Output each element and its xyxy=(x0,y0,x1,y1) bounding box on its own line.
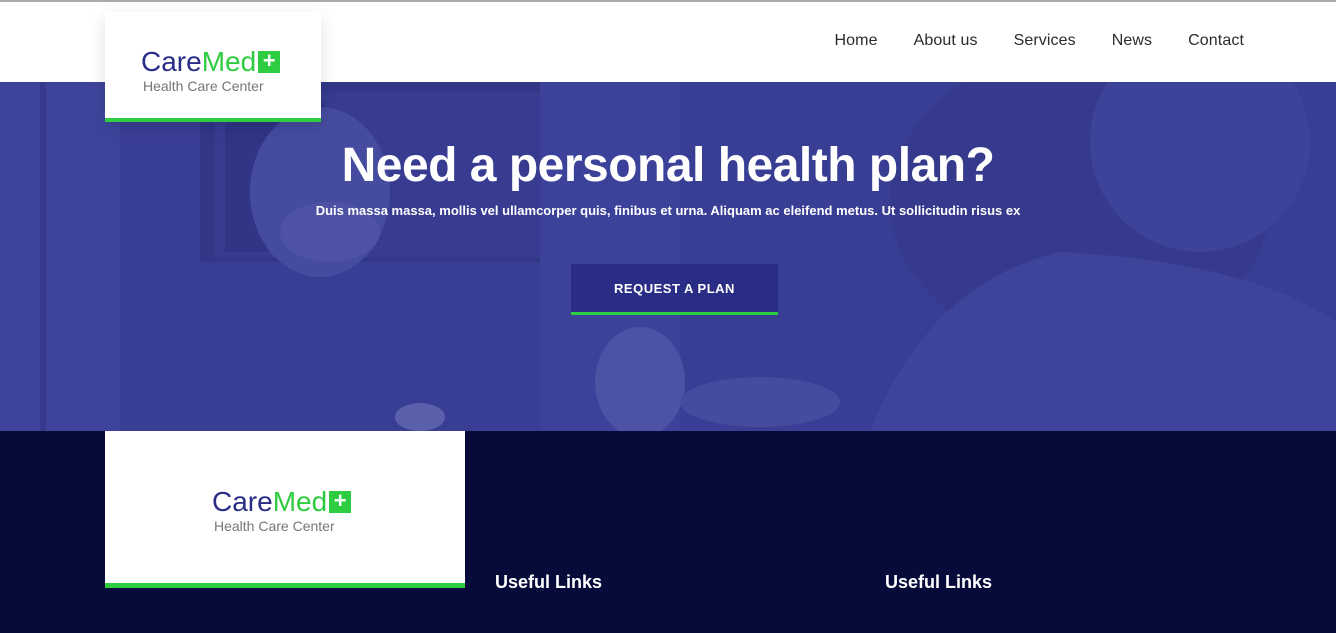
nav-item-services[interactable]: Services xyxy=(1014,32,1076,50)
hero-section: Need a personal health plan? Duis massa … xyxy=(0,82,1336,431)
footer-useful-links-heading-2: Useful Links xyxy=(885,572,993,592)
nav-item-home[interactable]: Home xyxy=(835,32,878,50)
logo-med-text: Med xyxy=(201,46,257,77)
footer-medical-cross-icon: + xyxy=(329,490,352,513)
logo-lockup: Care Med + Health Care Center xyxy=(141,46,281,94)
footer-useful-links-heading-1: Useful Links xyxy=(495,572,603,592)
logo-care-text: Care xyxy=(141,46,202,77)
request-plan-button[interactable]: REQUEST A PLAN xyxy=(571,264,778,315)
footer-logo-wordmark: Care Med + xyxy=(212,486,352,517)
hero-title: Need a personal health plan? xyxy=(341,139,995,192)
nav-item-news[interactable]: News xyxy=(1112,32,1152,50)
logo-wordmark: Care Med + xyxy=(141,46,281,77)
footer-logo-med-text: Med xyxy=(272,486,328,517)
hero-overlay xyxy=(0,82,1336,431)
footer-logo-care-text: Care xyxy=(212,486,273,517)
logo-tagline: Health Care Center xyxy=(143,78,264,94)
medical-cross-icon: + xyxy=(258,50,281,73)
hero-subtitle: Duis massa massa, mollis vel ullamcorper… xyxy=(315,203,1021,218)
nav-item-contact[interactable]: Contact xyxy=(1188,32,1244,50)
footer-logo[interactable]: Care Med + Health Care Center xyxy=(105,431,465,588)
main-nav: Home About us Services News Contact xyxy=(835,32,1244,50)
header-logo[interactable]: Care Med + Health Care Center xyxy=(105,12,321,122)
footer-logo-lockup: Care Med + Health Care Center xyxy=(212,486,352,534)
site-footer: Care Med + Health Care Center Useful Links… xyxy=(0,431,1336,633)
footer-logo-tagline: Health Care Center xyxy=(214,518,335,534)
nav-item-about[interactable]: About us xyxy=(914,32,978,50)
